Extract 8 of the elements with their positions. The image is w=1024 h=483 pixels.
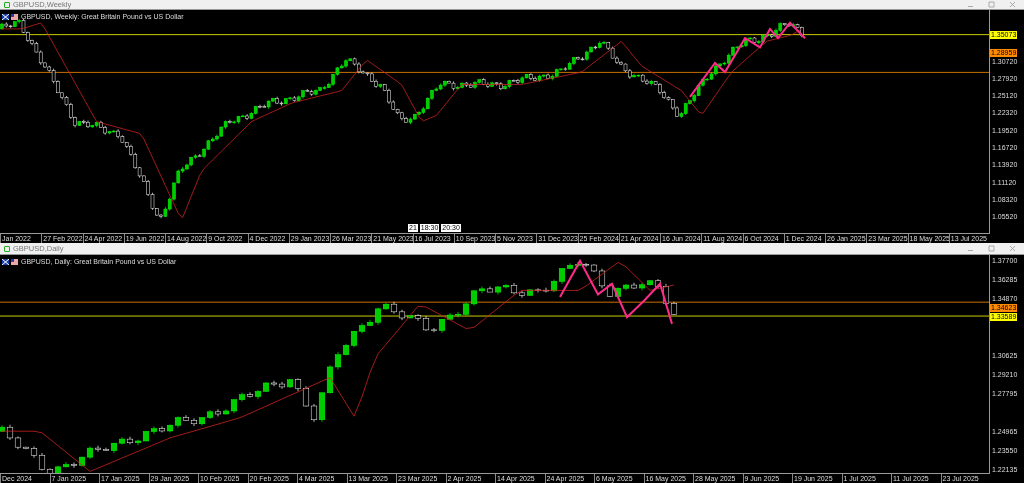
flag-icon [2, 14, 18, 21]
close-icon[interactable] [1009, 1, 1016, 8]
maximize-icon[interactable] [988, 1, 995, 8]
close-icon[interactable] [1009, 245, 1016, 252]
chart-window-icon [4, 245, 10, 252]
chart-window-icon [4, 1, 10, 8]
maximize-icon[interactable] [988, 245, 995, 252]
flag-icon [2, 259, 18, 266]
